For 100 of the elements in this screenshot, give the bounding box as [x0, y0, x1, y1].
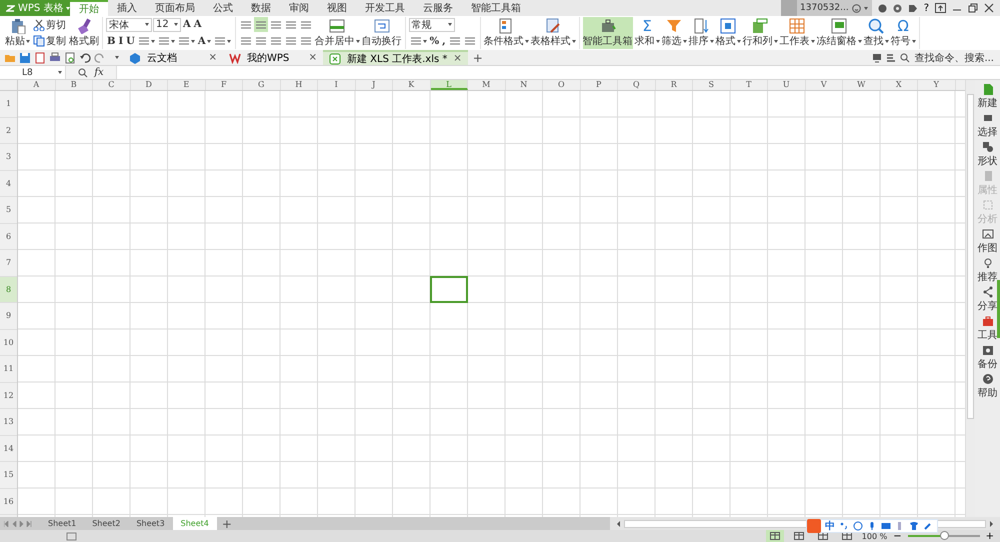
close-tab-button[interactable]: ×	[208, 52, 217, 63]
add-sheet-button[interactable]: +	[216, 517, 237, 530]
column-header[interactable]: D	[130, 80, 168, 90]
row-header[interactable]: 11	[0, 356, 17, 382]
row-header[interactable]: 6	[0, 224, 17, 250]
column-header[interactable]: A	[18, 80, 56, 90]
input-mode-button[interactable]: 中	[825, 519, 835, 533]
shirt-icon[interactable]	[909, 521, 919, 531]
zoom-out-button[interactable]: −	[893, 530, 902, 542]
ribbon-button[interactable]: 自动换行	[362, 17, 402, 49]
panel-handle[interactable]	[997, 280, 1000, 338]
menu-tab[interactable]: 视图	[318, 0, 356, 16]
tool-button[interactable]: %	[428, 34, 440, 48]
slider-thumb[interactable]	[940, 531, 949, 540]
sidebar-button[interactable]: 选择	[978, 112, 998, 139]
dropdown-field[interactable]: 宋体	[106, 18, 152, 32]
ribbon-button[interactable]: 粘贴	[5, 17, 30, 49]
right-arrow-icon[interactable]	[989, 520, 994, 526]
undo-icon[interactable]	[79, 52, 91, 64]
column-header[interactable]: B	[56, 80, 93, 90]
selected-cell[interactable]	[430, 276, 468, 303]
app-menu-button[interactable]: WPS 表格	[0, 0, 70, 16]
sidebar-button[interactable]: 工具	[978, 315, 998, 342]
sheet-tab[interactable]: Sheet2	[84, 517, 128, 530]
column-header[interactable]: E	[168, 80, 206, 90]
menu-tab[interactable]: 审阅	[280, 0, 318, 16]
menu-tab[interactable]: 智能工具箱	[462, 0, 530, 16]
tool-button[interactable]: B	[106, 34, 116, 49]
ribbon-button[interactable]: 智能工具箱	[582, 17, 633, 49]
column-header[interactable]: H	[280, 80, 318, 90]
help-button[interactable]: ?	[924, 2, 929, 14]
ribbon-button[interactable]: 表格样式	[530, 17, 576, 49]
search-icon[interactable]	[900, 52, 910, 62]
ribbon-button[interactable]: 查找	[864, 17, 889, 49]
sidebar-button[interactable]: 推荐	[978, 257, 998, 284]
column-header[interactable]: U	[768, 80, 806, 90]
document-tab[interactable]: 我的WPS ×	[223, 50, 323, 65]
document-tab[interactable]: 新建 XLS 工作表.xls * ×	[323, 50, 468, 65]
column-header[interactable]: X	[880, 80, 918, 90]
column-header[interactable]: Q	[618, 80, 656, 90]
row-header[interactable]: 14	[0, 436, 17, 462]
close-icon[interactable]	[984, 3, 994, 13]
column-header[interactable]: V	[806, 80, 843, 90]
account-area[interactable]: 1370532...	[781, 0, 872, 16]
tool-button[interactable]	[254, 17, 268, 32]
sidebar-button[interactable]: 形状	[978, 141, 998, 168]
ribbon-button[interactable]: 合并居中	[314, 17, 360, 49]
row-header[interactable]: 2	[0, 118, 17, 144]
tool-button[interactable]: A	[192, 17, 203, 32]
row-header[interactable]: 16	[0, 488, 17, 515]
column-header[interactable]: N	[506, 80, 543, 90]
menu-tab[interactable]: 云服务	[414, 0, 462, 16]
document-tab[interactable]: 云文档 ×	[123, 50, 223, 65]
ribbon-button[interactable]: 行和列	[742, 17, 778, 49]
document-icon[interactable]	[34, 52, 46, 64]
panel-icon[interactable]	[66, 532, 78, 540]
dropdown-field[interactable]: 12	[153, 18, 181, 32]
column-header[interactable]: Y	[918, 80, 956, 90]
tool-button[interactable]: A	[182, 17, 192, 32]
command-search-field[interactable]: 查找命令、搜索...	[914, 50, 994, 64]
list-icon[interactable]	[886, 52, 896, 62]
row-header[interactable]: 15	[0, 462, 17, 488]
column-header[interactable]: O	[543, 80, 580, 90]
column-header[interactable]: M	[468, 80, 506, 90]
ribbon-button[interactable]: Σ 求和	[634, 17, 660, 49]
column-header[interactable]: W	[843, 80, 880, 90]
sheet-tab[interactable]: Sheet3	[128, 517, 173, 530]
preview-icon[interactable]	[64, 52, 76, 64]
sidebar-button[interactable]: 作图	[978, 228, 998, 255]
column-header[interactable]: G	[243, 80, 280, 90]
view-button[interactable]	[766, 530, 784, 542]
tool-button[interactable]: A	[196, 34, 212, 49]
ribbon-button[interactable]: 工作表	[780, 17, 815, 49]
tool-button[interactable]: I	[117, 34, 124, 49]
row-header[interactable]: 12	[0, 382, 17, 409]
row-header[interactable]: 10	[0, 330, 17, 356]
ribbon-button[interactable]: 冻结窗格	[816, 17, 862, 49]
sidebar-button[interactable]: 新建	[978, 83, 998, 110]
column-header[interactable]: P	[580, 80, 618, 90]
toolbar-button[interactable]: 复制	[32, 34, 67, 49]
cell-grid[interactable]	[18, 91, 965, 517]
input-method-toolbar[interactable]: 中	[806, 519, 938, 533]
column-header[interactable]: C	[93, 80, 130, 90]
column-header[interactable]: R	[656, 80, 693, 90]
sheet-tab[interactable]: Sheet1	[40, 517, 84, 530]
tool-button[interactable]: U	[125, 34, 136, 49]
row-header[interactable]: 3	[0, 144, 17, 170]
sidebar-button[interactable]: 帮助	[978, 373, 998, 400]
ribbon-button[interactable]: 格式	[716, 17, 741, 49]
column-header[interactable]: T	[730, 80, 768, 90]
ribbon-button[interactable]: 格式刷	[69, 17, 99, 49]
keyboard-icon[interactable]	[881, 521, 891, 531]
caret-icon[interactable]	[115, 56, 119, 59]
toolbar-button[interactable]: 剪切	[32, 17, 67, 32]
restore-icon[interactable]	[968, 3, 978, 13]
row-header[interactable]: 5	[0, 197, 17, 224]
column-header[interactable]: S	[693, 80, 730, 90]
ribbon-button[interactable]: 排序	[688, 17, 714, 49]
row-header[interactable]: 13	[0, 409, 17, 436]
column-header[interactable]: I	[318, 80, 356, 90]
